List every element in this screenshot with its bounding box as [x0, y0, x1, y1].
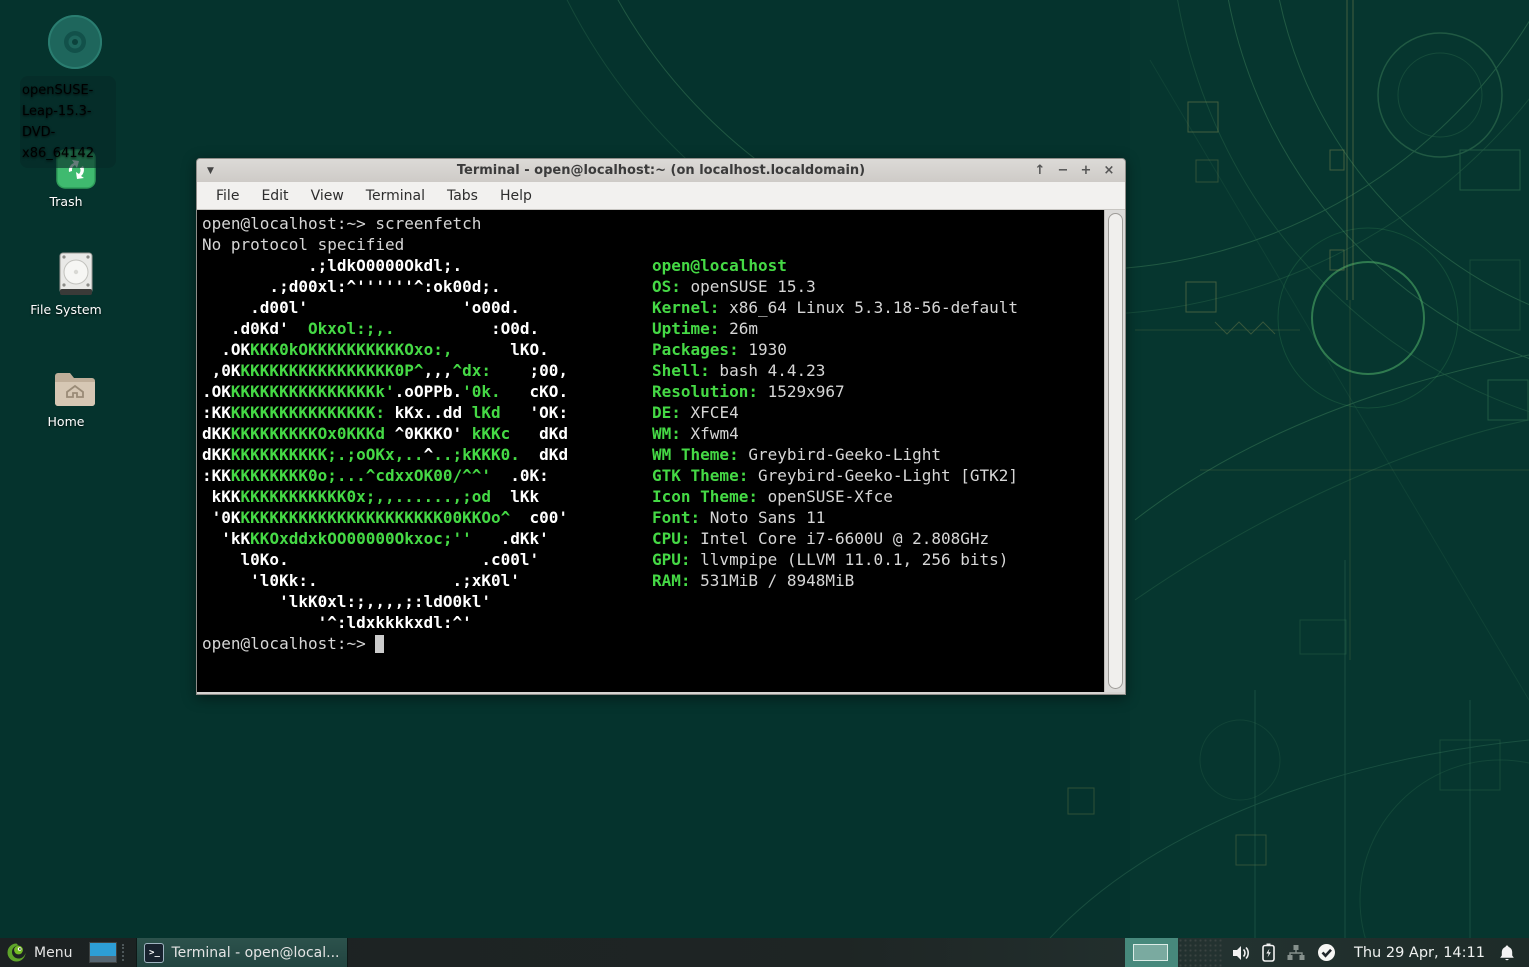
terminal-line: GPU: llvmpipe (LLVM 11.0.1, 256 bits) — [652, 549, 1018, 570]
systray-grip-dots — [1178, 938, 1224, 967]
desktop: Trash openSUSE-Leap-15.3-DVD-x86_64142 F… — [0, 0, 1529, 967]
terminal-line: DE: XFCE4 — [652, 402, 1018, 423]
home-folder-icon — [52, 368, 98, 410]
panel-grip[interactable] — [122, 944, 131, 961]
terminal-line: :KKKKKKKKKK0o;...^cdxxOK00/^^' .0K: — [202, 465, 568, 486]
desktop-icon-home[interactable]: Home — [26, 368, 106, 430]
notifications-button[interactable] — [1495, 944, 1529, 962]
terminal-line: Packages: 1930 — [652, 339, 1018, 360]
network-icon[interactable] — [1286, 944, 1306, 962]
terminal-line: open@localhost:~> screenfetch — [202, 213, 481, 234]
terminal-line: dKKKKKKKKKKKOx0KKKd ^0KKKO' kKKc dKd — [202, 423, 568, 444]
menu-edit[interactable]: Edit — [250, 188, 299, 204]
terminal-line: dKKKKKKKKKKKK;.;oOKx,..^..;kKKK0. dKd — [202, 444, 568, 465]
terminal-line: .OKKKKKKKKKKKKKKKKk'.oOPPb.'0k. cKO. — [202, 381, 568, 402]
terminal-line: 'l0Kk:. .;xK0l' — [202, 570, 568, 591]
terminal-line: .OKKKK0kOKKKKKKKKKKOxo:, lKO. — [202, 339, 568, 360]
terminal-window: ▼ Terminal - open@localhost:~ (on localh… — [196, 158, 1126, 695]
terminal-line: .d00l' 'o00d. — [202, 297, 568, 318]
applications-menu-button[interactable]: Menu — [0, 938, 82, 967]
taskbar-task-terminal[interactable]: >_ Terminal - open@local... — [136, 938, 348, 967]
bell-icon — [1499, 944, 1515, 962]
system-tray — [1224, 943, 1344, 962]
terminal-line: OS: openSUSE 15.3 — [652, 276, 1018, 297]
terminal-line: GTK Theme: Greybird-Geeko-Light [GTK2] — [652, 465, 1018, 486]
terminal-line: open@localhost — [652, 255, 1018, 276]
workspace-window-outline — [1133, 944, 1168, 961]
terminal-line: '0KKKKKKKKKKKKKKKKKKKKKK00KKOo^ c00' — [202, 507, 568, 528]
window-bottom-border — [197, 692, 1125, 694]
terminal-history: open@localhost:~> screenfetchNo protocol… — [202, 213, 481, 255]
desktop-pager-thumbnail[interactable] — [90, 943, 116, 962]
menu-button-label: Menu — [34, 945, 72, 961]
terminal-line: :KKKKKKKKKKKKKKKKK: kKx..dd lKd 'OK: — [202, 402, 568, 423]
terminal-line: .d0Kd' Okxol:;,. :O0d. — [202, 318, 568, 339]
terminal-line: Kernel: x86_64 Linux 5.3.18-56-default — [652, 297, 1018, 318]
terminal-line: Icon Theme: openSUSE-Xfce — [652, 486, 1018, 507]
dvd-disc-icon — [47, 14, 103, 70]
terminal-app-icon: >_ — [144, 943, 164, 963]
battery-charging-icon[interactable] — [1262, 943, 1275, 962]
terminal-line: Shell: bash 4.4.23 — [652, 360, 1018, 381]
clock[interactable]: Thu 29 Apr, 14:11 — [1344, 945, 1495, 961]
maximize-button[interactable]: + — [1079, 161, 1093, 181]
minimize-button[interactable]: − — [1056, 161, 1070, 181]
terminal-line: Uptime: 26m — [652, 318, 1018, 339]
icon-label: Trash — [26, 193, 106, 210]
workspace-switcher[interactable] — [1125, 938, 1178, 967]
terminal-prompt: open@localhost:~> — [202, 633, 384, 654]
terminal-line: 'kKKKOxddxkOO00000Okxoc;'' .dKk' — [202, 528, 568, 549]
terminal-line: Resolution: 1529x967 — [652, 381, 1018, 402]
terminal-line: .;ldkO0000Okdl;. — [202, 255, 568, 276]
menu-help[interactable]: Help — [489, 188, 543, 204]
terminal-line: RAM: 531MiB / 8948MiB — [652, 570, 1018, 591]
menu-terminal[interactable]: Terminal — [355, 188, 436, 204]
window-menu-icon[interactable]: ▼ — [207, 166, 214, 176]
desktop-icon-dvd[interactable] — [20, 14, 112, 73]
icon-label-dvd[interactable]: openSUSE-Leap-15.3-DVD-x86_64142 — [20, 76, 116, 168]
menu-file[interactable]: File — [205, 188, 250, 204]
hard-drive-icon — [55, 252, 97, 298]
menu-tabs[interactable]: Tabs — [436, 188, 489, 204]
terminal-line: '^:ldxkkkkxdl:^' — [202, 612, 568, 633]
terminal-line: l0Ko. .c00l' — [202, 549, 568, 570]
menu-view[interactable]: View — [300, 188, 355, 204]
terminal-line: 'lkK0xl:;,,,,;:ldO0kl' — [202, 591, 568, 612]
terminal-line: No protocol specified — [202, 234, 481, 255]
terminal-line: WM: Xfwm4 — [652, 423, 1018, 444]
screenfetch-system-info: open@localhostOS: openSUSE 15.3Kernel: x… — [652, 255, 1018, 591]
titlebar[interactable]: ▼ Terminal - open@localhost:~ (on localh… — [197, 159, 1125, 182]
task-label: Terminal - open@local... — [171, 945, 339, 961]
window-title: Terminal - open@localhost:~ (on localhos… — [197, 163, 1125, 178]
terminal-line: WM Theme: Greybird-Geeko-Light — [652, 444, 1018, 465]
icon-label: File System — [26, 301, 106, 318]
taskbar: Menu >_ Terminal - open@local... — [0, 938, 1529, 967]
opensuse-geeko-icon — [6, 942, 27, 963]
shade-button[interactable]: ↑ — [1033, 161, 1047, 181]
terminal-line: ,0KKKKKKKKKKKKKKKKK0P^,,,^dx: ;00, — [202, 360, 568, 381]
scrollbar[interactable] — [1104, 210, 1125, 692]
terminal-line: kKKKKKKKKKKKKK0x;,,......,;od lKk — [202, 486, 568, 507]
terminal-viewport[interactable]: open@localhost:~> screenfetchNo protocol… — [197, 210, 1125, 692]
scrollbar-thumb[interactable] — [1108, 213, 1123, 689]
terminal-line: CPU: Intel Core i7-6600U @ 2.808GHz — [652, 528, 1018, 549]
icon-label: Home — [26, 413, 106, 430]
terminal-line: Font: Noto Sans 11 — [652, 507, 1018, 528]
menubar: FileEditViewTerminalTabsHelp — [197, 182, 1125, 210]
terminal-line: .;d00xl:^''''''^:ok00d;. — [202, 276, 568, 297]
desktop-icon-filesystem[interactable]: File System — [26, 252, 106, 318]
close-button[interactable]: × — [1102, 161, 1116, 181]
text-cursor — [375, 635, 384, 653]
volume-icon[interactable] — [1232, 944, 1251, 962]
screenfetch-ascii-art: .;ldkO0000Okdl;. .;d00xl:^''''''^:ok00d;… — [202, 255, 568, 633]
updates-ok-icon[interactable] — [1317, 943, 1336, 962]
